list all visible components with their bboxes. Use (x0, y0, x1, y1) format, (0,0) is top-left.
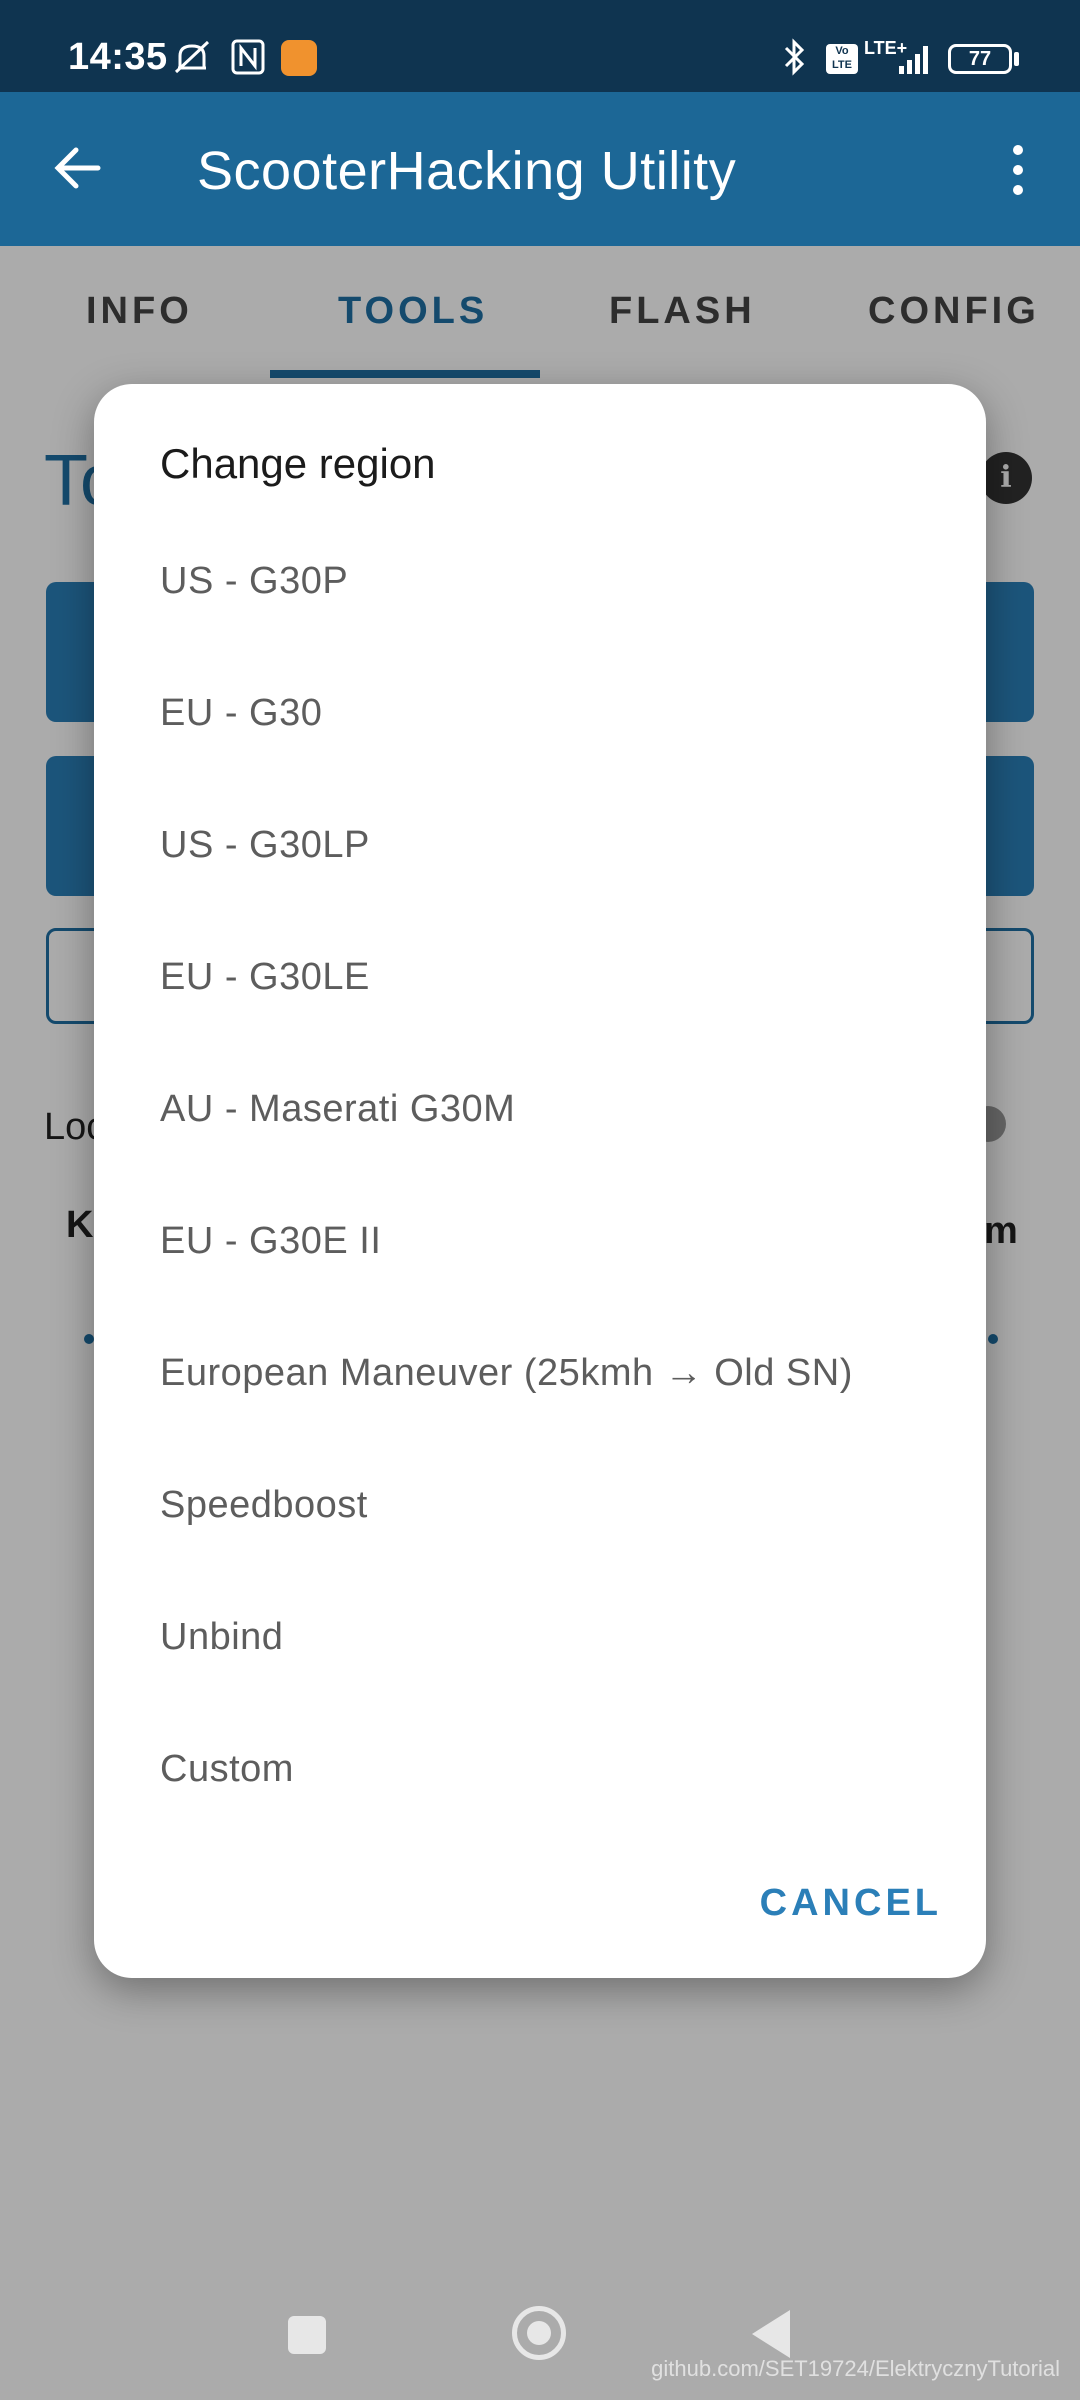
region-option[interactable]: US - G30LP (160, 824, 370, 867)
region-option[interactable]: AU - Maserati G30M (160, 1088, 515, 1131)
dialog-title: Change region (160, 440, 436, 487)
status-bar: 14:35 Vo LTE LTE+ 77 (0, 0, 1080, 92)
volte-icon: Vo LTE (826, 44, 858, 74)
region-option[interactable]: EU - G30LE (160, 956, 370, 999)
region-option[interactable]: US - G30P (160, 560, 348, 603)
change-region-dialog: Change region US - G30P EU - G30 US - G3… (94, 384, 986, 1978)
recents-button[interactable] (288, 2316, 326, 2354)
nfc-icon (231, 39, 265, 75)
region-option[interactable]: EU - G30E II (160, 1220, 381, 1263)
watermark: github.com/SET19724/ElektrycznyTutorial (651, 2356, 1060, 2381)
region-option[interactable]: Speedboost (160, 1484, 368, 1527)
app-notification-icon (281, 40, 317, 76)
region-option[interactable]: EU - G30 (160, 692, 322, 735)
cancel-button[interactable]: CANCEL (760, 1882, 942, 1925)
region-option[interactable]: Unbind (160, 1616, 283, 1659)
battery-nub (1014, 52, 1019, 66)
battery-icon: 77 (948, 44, 1012, 74)
status-time: 14:35 (68, 36, 168, 78)
home-button-dot (527, 2321, 551, 2345)
back-button[interactable] (752, 2310, 790, 2358)
appbar-overlay (0, 92, 1080, 246)
mute-bell-icon (174, 40, 210, 74)
region-option[interactable]: Custom (160, 1748, 294, 1791)
region-option[interactable]: European Maneuver (25kmh → Old SN) (160, 1352, 853, 1395)
bluetooth-icon (784, 38, 805, 76)
signal-icon (899, 46, 928, 74)
